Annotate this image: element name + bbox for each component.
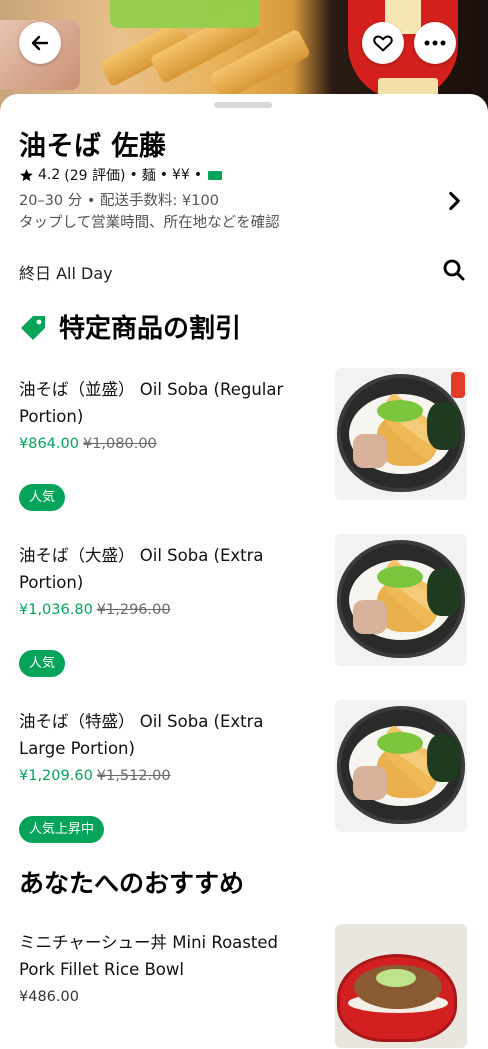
hero-food-detail xyxy=(110,0,260,28)
bottle-detail xyxy=(451,372,465,398)
menu-item-name: 油そば（特盛） Oil Soba (Extra Large Portion) xyxy=(19,712,264,758)
back-button[interactable] xyxy=(19,22,61,64)
menu-item-original-price: ¥1,512.00 xyxy=(96,768,171,784)
promo-section-title: 特定商品の割引 xyxy=(59,314,242,344)
store-reviews: (29 評価) xyxy=(64,168,126,184)
menu-item-prices: ¥864.00 ¥1,080.00 xyxy=(19,436,157,452)
bowl-illustration xyxy=(337,706,465,824)
more-options-button[interactable] xyxy=(414,22,456,64)
separator-dot: • xyxy=(129,167,138,183)
menu-item-badge: 人気 xyxy=(19,484,66,511)
separator-dot: • xyxy=(82,193,101,209)
menu-item-name: 油そば（並盛） Oil Soba (Regular Portion) xyxy=(19,380,284,426)
store-rating: 4.2 xyxy=(38,167,61,183)
heart-icon xyxy=(373,35,393,52)
separator-dot: • xyxy=(193,167,203,183)
menu-item-prices: ¥1,036.80 ¥1,296.00 xyxy=(19,602,171,618)
store-name: 油そば 佐藤 xyxy=(19,131,167,162)
menu-item-image[interactable] xyxy=(335,700,467,832)
arrow-left-icon xyxy=(31,35,49,51)
star-icon xyxy=(20,168,33,181)
menu-item-image[interactable] xyxy=(335,368,467,500)
tag-icon xyxy=(21,315,45,340)
menu-item-price: ¥486.00 xyxy=(19,989,79,1005)
store-info-block[interactable]: 20–30 分 • 配送手数料: ¥100 タップして営業時間、所在地などを確認 xyxy=(19,190,280,234)
recommend-section-title: あなたへのおすすめ xyxy=(19,869,245,898)
menu-search-button[interactable] xyxy=(442,258,466,286)
chevron-right-icon xyxy=(449,191,460,211)
menu-item-sale-price: ¥1,036.80 xyxy=(19,602,93,618)
separator-dot: • xyxy=(159,167,168,183)
menu-item-original-price: ¥1,080.00 xyxy=(82,436,157,452)
menu-item-name: 油そば（大盛） Oil Soba (Extra Portion) xyxy=(19,546,264,592)
offer-tag-icon xyxy=(208,170,223,180)
store-category: 麺 xyxy=(141,168,156,184)
menu-item-prices: ¥1,209.60 ¥1,512.00 xyxy=(19,768,171,784)
bowl-illustration xyxy=(337,540,465,658)
delivery-row: 20–30 分 • 配送手数料: ¥100 xyxy=(19,190,280,212)
store-info-chevron[interactable] xyxy=(441,188,467,218)
delivery-fee: 配送手数料: ¥100 xyxy=(100,193,219,209)
menu-item-image[interactable] xyxy=(335,534,467,666)
menu-item-name: ミニチャーシュー丼 Mini Roasted Pork Fillet Rice … xyxy=(19,933,278,979)
sheet-drag-handle[interactable] xyxy=(214,102,272,108)
menu-hours-selector[interactable]: 終日 All Day xyxy=(19,260,113,284)
bowl-illustration xyxy=(337,374,465,492)
delivery-time: 20–30 分 xyxy=(19,193,83,209)
menu-item-sale-price: ¥1,209.60 xyxy=(19,768,93,784)
promo-section-header: 特定商品の割引 xyxy=(19,308,241,345)
menu-item-badge: 人気 xyxy=(19,650,66,677)
store-meta-row: 4.2 (29 評価) • 麺 • ¥¥ • xyxy=(19,165,223,185)
menu-item-original-price: ¥1,296.00 xyxy=(96,602,171,618)
search-icon xyxy=(443,259,465,281)
store-info-hint: タップして営業時間、所在地などを確認 xyxy=(19,215,280,231)
store-price-level: ¥¥ xyxy=(172,167,190,183)
menu-item-sale-price: ¥864.00 xyxy=(19,436,79,452)
store-sheet: 油そば 佐藤 4.2 (29 評価) • 麺 • ¥¥ • 20–30 分 • … xyxy=(0,94,488,1049)
favorite-button[interactable] xyxy=(362,22,404,64)
donburi-illustration xyxy=(337,954,457,1042)
menu-item-image[interactable] xyxy=(335,924,467,1048)
menu-item-badge: 人気上昇中 xyxy=(19,816,105,843)
more-horizontal-icon xyxy=(424,40,446,46)
